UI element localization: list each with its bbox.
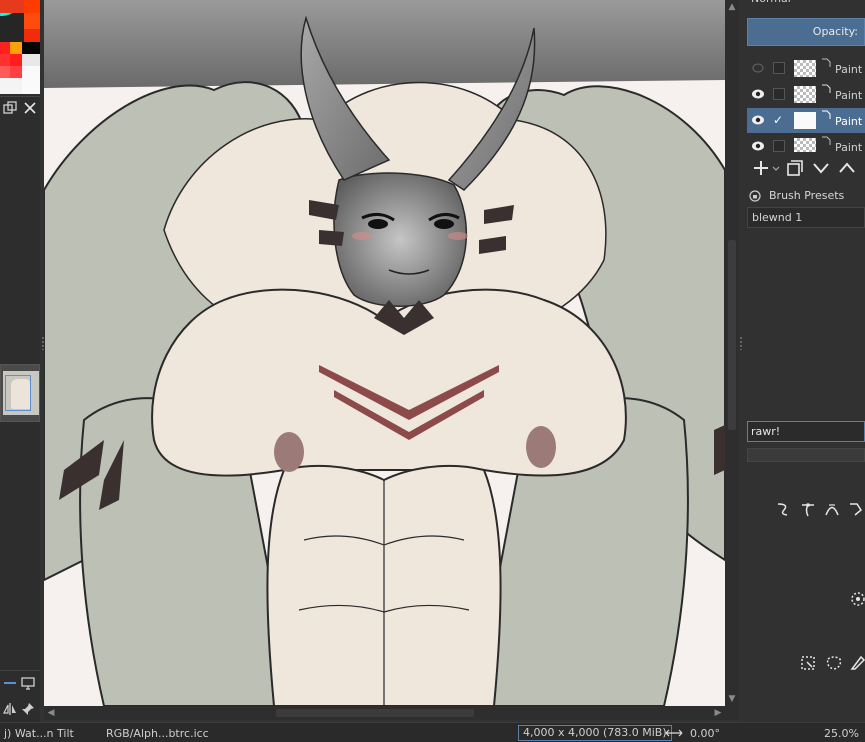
- canvas-viewport[interactable]: [44, 0, 725, 706]
- swatch-pink-red[interactable]: [0, 66, 10, 78]
- left-docker: [0, 0, 45, 722]
- lock-icon[interactable]: [749, 190, 761, 202]
- mirror-icon[interactable]: [2, 701, 18, 717]
- layer-thumbnail: [794, 86, 816, 103]
- layer-list[interactable]: Paint Paint ✓ Paint Paint: [747, 56, 865, 152]
- freehand-select-icon[interactable]: [825, 654, 843, 672]
- layer-name[interactable]: Paint: [835, 63, 862, 76]
- swatch-light-gray[interactable]: [22, 54, 40, 66]
- scroll-up-arrow[interactable]: ▲: [727, 2, 737, 12]
- scroll-down-arrow[interactable]: ▼: [727, 694, 737, 704]
- swatch-red-4[interactable]: [10, 66, 22, 78]
- horizontal-scrollbar[interactable]: ◀ ▶: [44, 706, 725, 720]
- paint-layer-icon: [822, 136, 831, 145]
- swatch-red[interactable]: [0, 0, 24, 13]
- layer-checkbox[interactable]: [773, 62, 785, 74]
- blend-mode-select[interactable]: Normal: [747, 0, 865, 8]
- eye-icon[interactable]: [751, 114, 765, 126]
- layer-row[interactable]: Paint: [747, 134, 865, 152]
- swatch-white-2[interactable]: [0, 78, 22, 94]
- check-icon[interactable]: ✓: [773, 114, 785, 126]
- chevron-down-icon[interactable]: [771, 158, 781, 178]
- swatch-bright-red[interactable]: [0, 42, 10, 54]
- preset-scroll-bar[interactable]: [747, 448, 865, 462]
- swatch-orange[interactable]: [24, 13, 40, 29]
- preset-tag-select[interactable]: blewnd 1: [747, 207, 865, 228]
- right-nipple: [526, 426, 556, 468]
- color-swatches[interactable]: [0, 0, 40, 96]
- paint-layer-icon: [822, 84, 831, 93]
- left-bottom-tools: [0, 670, 40, 722]
- swatch-black[interactable]: [22, 42, 40, 54]
- layer-row[interactable]: Paint: [747, 56, 865, 81]
- layer-checkbox[interactable]: [773, 88, 785, 100]
- current-brush-name: j) Wat...n Tilt: [4, 727, 74, 740]
- wall-shadow: [44, 0, 725, 88]
- overview-viewport-frame[interactable]: [5, 375, 31, 411]
- preset-list[interactable]: [747, 228, 865, 420]
- layer-row-selected[interactable]: ✓ Paint: [747, 108, 865, 133]
- swatch-red-2[interactable]: [0, 54, 10, 66]
- contiguous-select-icon[interactable]: [849, 654, 865, 672]
- swatch-vermilion[interactable]: [24, 29, 40, 42]
- add-icon[interactable]: [751, 158, 771, 178]
- layer-thumbnail: [794, 112, 816, 129]
- layer-buttons: [747, 154, 865, 182]
- monitor-icon[interactable]: [20, 675, 36, 691]
- overview-titlebar: [0, 96, 40, 118]
- brush-presets-title: Brush Presets: [769, 189, 845, 202]
- right-docker: Normal Opacity: Paint Paint ✓ Paint: [739, 0, 865, 722]
- layer-name[interactable]: Paint: [835, 115, 862, 128]
- image-size: 4,000 x 4,000 (783.0 MiB): [518, 725, 672, 741]
- opacity-slider[interactable]: Opacity:: [747, 18, 865, 46]
- swatch-red-3[interactable]: [10, 54, 22, 66]
- eye-icon[interactable]: [751, 62, 765, 74]
- left-nipple: [274, 432, 304, 472]
- right-splitter[interactable]: [739, 336, 743, 350]
- layer-row[interactable]: Paint: [747, 82, 865, 107]
- layer-thumbnail: [794, 60, 816, 77]
- swatch-amber[interactable]: [10, 42, 22, 54]
- overview-thumbnail[interactable]: [0, 364, 40, 422]
- scroll-corner: [725, 706, 739, 720]
- layer-name[interactable]: Paint: [835, 141, 862, 152]
- rotation-value[interactable]: 0.00°: [690, 727, 720, 740]
- brush-presets-header: Brush Presets: [747, 186, 865, 206]
- rotate-icon[interactable]: [664, 727, 684, 739]
- pin-icon[interactable]: [20, 701, 36, 717]
- paint-layer-icon: [822, 110, 831, 119]
- float-docker-icon[interactable]: [2, 100, 18, 116]
- paint-layer-icon: [822, 58, 831, 67]
- zoom-value[interactable]: 25.0%: [824, 727, 859, 740]
- layer-name[interactable]: Paint: [835, 89, 862, 102]
- eye-icon[interactable]: [751, 140, 765, 152]
- artwork-canvas[interactable]: [44, 0, 725, 706]
- preset-filter-input[interactable]: rawr!: [747, 421, 865, 442]
- move-up-icon[interactable]: [837, 158, 857, 178]
- duplicate-icon[interactable]: [785, 158, 805, 178]
- swatch-white[interactable]: [22, 66, 40, 94]
- assistant-tool-icon[interactable]: [849, 590, 865, 608]
- multibrush-icon[interactable]: [847, 500, 865, 518]
- minus-icon[interactable]: [2, 675, 18, 691]
- scroll-left-arrow[interactable]: ◀: [45, 707, 57, 719]
- eye-icon[interactable]: [751, 88, 765, 100]
- horizontal-scroll-thumb[interactable]: [276, 709, 474, 717]
- close-icon[interactable]: [22, 100, 38, 116]
- swatch-orange-red[interactable]: [24, 0, 40, 13]
- freehand-path-icon[interactable]: [775, 500, 793, 518]
- dragon-face: [333, 172, 468, 307]
- bezier-tool-icon[interactable]: [799, 500, 817, 518]
- status-bar: j) Wat...n Tilt RGB/Alph...btrc.icc 4,00…: [0, 722, 865, 742]
- layer-thumbnail: [794, 138, 816, 152]
- scroll-right-arrow[interactable]: ▶: [712, 707, 724, 719]
- vertical-scroll-thumb[interactable]: [728, 240, 736, 430]
- select-similar-icon[interactable]: [799, 654, 817, 672]
- layer-checkbox[interactable]: [773, 140, 785, 152]
- curve-tool-icon[interactable]: [823, 500, 841, 518]
- vertical-scrollbar[interactable]: ▲ ▼: [725, 0, 739, 706]
- color-profile: RGB/Alph...btrc.icc: [106, 727, 209, 740]
- move-down-icon[interactable]: [811, 158, 831, 178]
